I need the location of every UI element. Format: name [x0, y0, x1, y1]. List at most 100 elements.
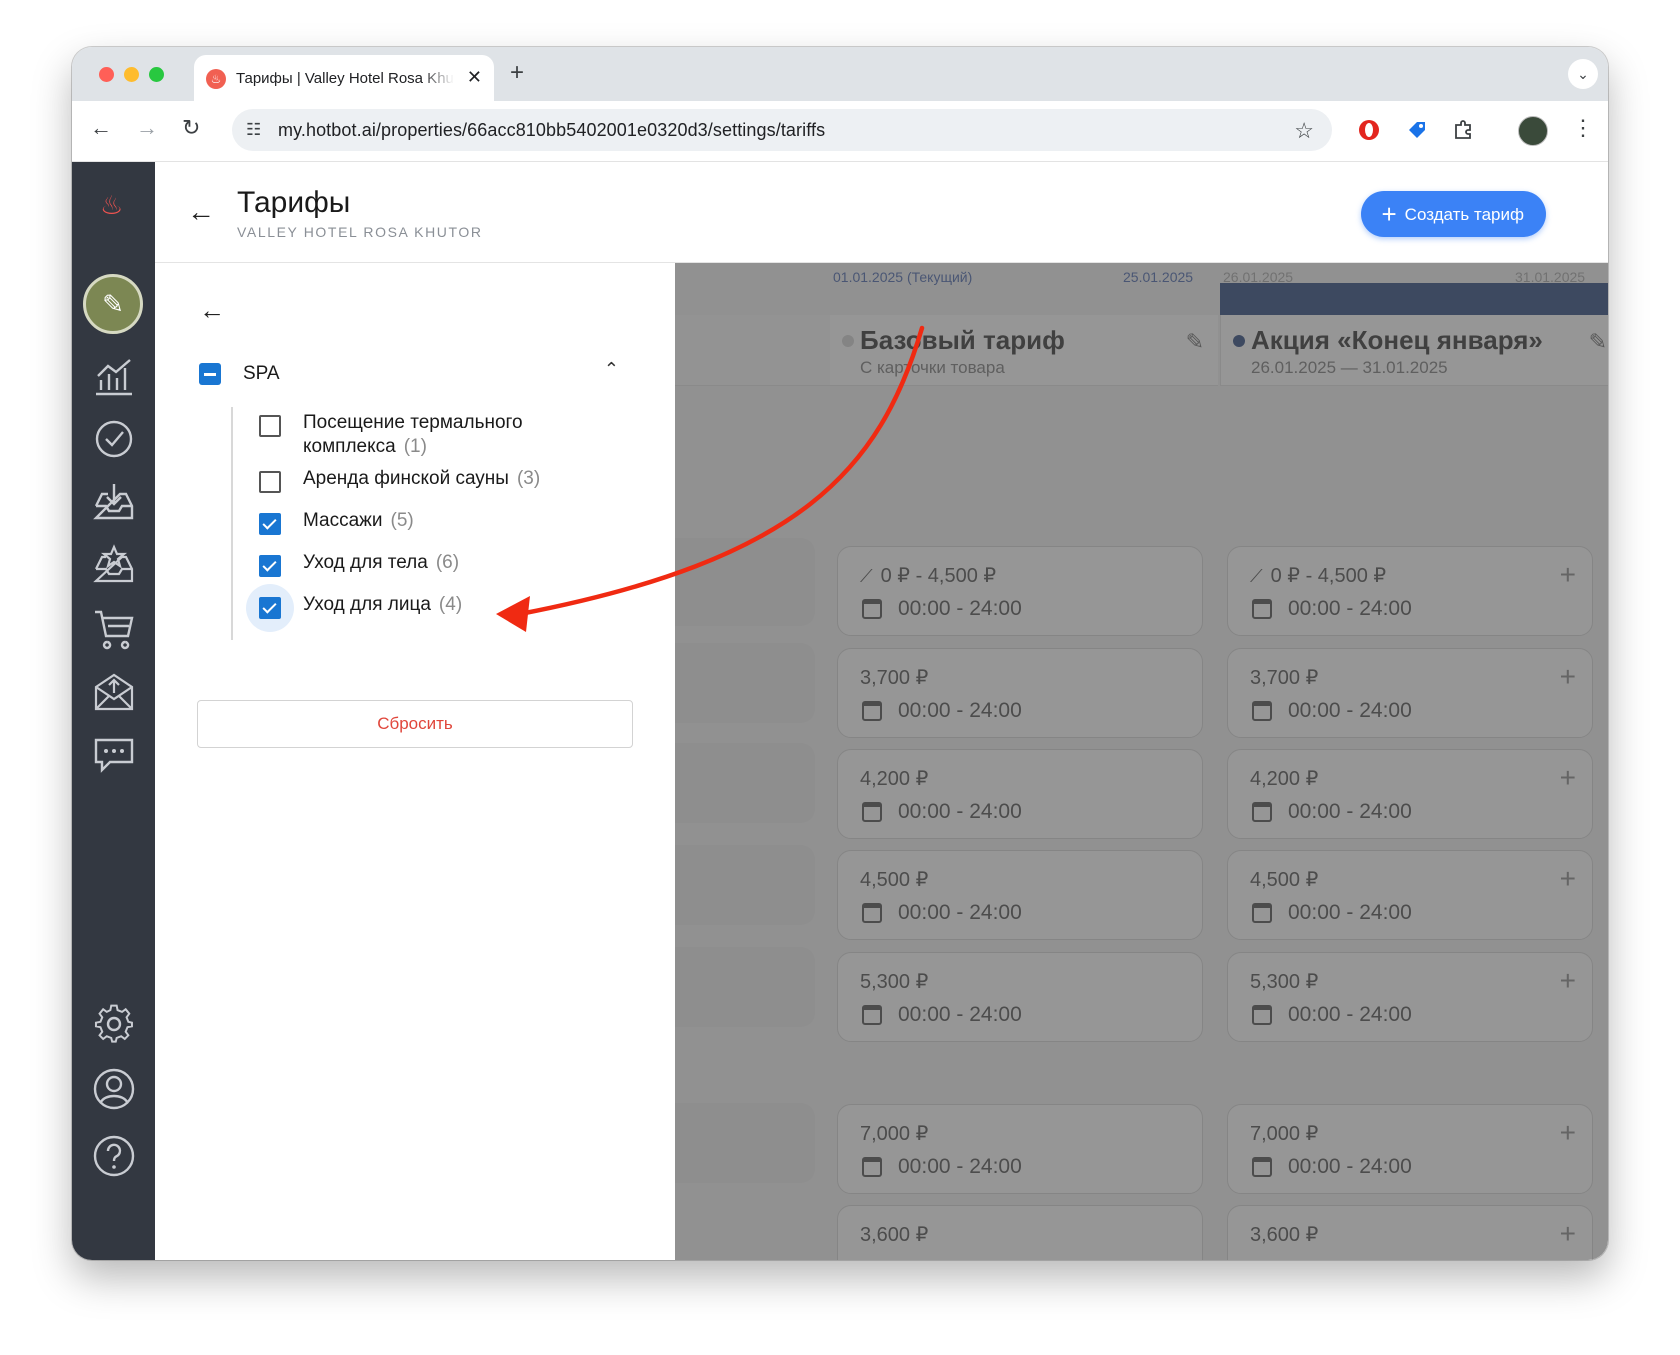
time-range: 00:00 - 24:00	[898, 699, 1022, 722]
mail-upload-icon[interactable]	[92, 669, 136, 713]
option-label: Уход для тела (6)	[303, 551, 459, 575]
panel-back-arrow-icon[interactable]: ←	[199, 295, 225, 326]
user-profile-icon[interactable]	[92, 1067, 136, 1111]
edit-pencil-icon[interactable]: ✎	[1186, 329, 1204, 355]
property-name: VALLEY HOTEL ROSA KHUTOR	[237, 224, 483, 240]
price-cell[interactable]: 7,000 ₽ 00:00 - 24:00	[837, 1104, 1203, 1194]
site-settings-icon[interactable]: ☷	[246, 120, 261, 140]
plus-icon[interactable]: +	[1560, 1218, 1576, 1250]
tariff-header-promo[interactable]: Акция «Конец января» 26.01.2025 — 31.01.…	[1220, 315, 1608, 386]
time-range: 00:00 - 24:00	[1288, 597, 1412, 620]
inbox-download-icon[interactable]	[92, 480, 136, 524]
extensions-puzzle-icon[interactable]	[1452, 119, 1474, 141]
main-area: ← Тарифы VALLEY HOTEL ROSA KHUTOR + Созда…	[155, 162, 1608, 1260]
chat-bubble-icon[interactable]	[92, 732, 136, 776]
property-avatar[interactable]: ✎	[83, 274, 143, 334]
inbox-star-icon[interactable]	[92, 543, 136, 587]
maximize-window-button[interactable]	[149, 67, 164, 82]
cart-icon[interactable]	[92, 606, 136, 650]
tasks-check-icon[interactable]	[92, 417, 136, 461]
plus-icon[interactable]: +	[1560, 559, 1576, 591]
time-range: 00:00 - 24:00	[1288, 699, 1412, 722]
price-cell[interactable]: 3,600 ₽ +	[1227, 1205, 1593, 1260]
create-tariff-button[interactable]: + Создать тариф	[1361, 191, 1546, 237]
back-arrow-icon[interactable]: ←	[90, 115, 112, 141]
calendar-icon	[1252, 903, 1272, 923]
plus-icon[interactable]: +	[1560, 661, 1576, 693]
tariff-subtitle: С карточки товара	[860, 358, 1005, 377]
edit-pencil-icon[interactable]: ✎	[1589, 329, 1607, 355]
option-name: Аренда финской сауны	[303, 468, 509, 489]
browser-profile-avatar[interactable]	[1518, 116, 1548, 146]
time-range: 00:00 - 24:00	[1288, 1155, 1412, 1178]
promo-period-bar	[1220, 283, 1608, 315]
row-label-cell	[675, 643, 815, 723]
url-text[interactable]: my.hotbot.ai/properties/66acc810bb540200…	[278, 120, 825, 141]
tab-strip: ♨ Тарифы | Valley Hotel Rosa Khutor ✕ + …	[72, 47, 1608, 101]
price-cell[interactable]: 5,300 ₽ 00:00 - 24:00	[837, 952, 1203, 1042]
flame-logo-icon[interactable]: ♨	[100, 190, 123, 221]
reset-button[interactable]: Сбросить	[197, 700, 633, 748]
price-cell[interactable]: 4,500 ₽ 00:00 - 24:00 +	[1227, 850, 1593, 940]
plus-icon[interactable]: +	[1560, 762, 1576, 794]
row-label-cell	[675, 1103, 815, 1183]
price-cell[interactable]: 3,600 ₽	[837, 1205, 1203, 1260]
price-value: 3,600 ₽	[1250, 1224, 1319, 1246]
plus-icon[interactable]: +	[1560, 965, 1576, 997]
row-label-cell	[675, 845, 815, 925]
option-checkbox[interactable]	[259, 597, 281, 619]
minimize-window-button[interactable]	[124, 67, 139, 82]
price-cell[interactable]: 3,700 ₽ 00:00 - 24:00	[837, 648, 1203, 738]
price-cell[interactable]: ⟋ 0 ₽ - 4,500 ₽ 00:00 - 24:00	[837, 546, 1203, 636]
row-label-cell	[675, 538, 815, 626]
tariff-status-dot	[842, 335, 854, 347]
close-window-button[interactable]	[99, 67, 114, 82]
price-value: 4,200 ₽	[1250, 768, 1319, 790]
price-value: 3,700 ₽	[1250, 667, 1319, 689]
help-question-icon[interactable]	[92, 1134, 136, 1178]
option-checkbox[interactable]	[259, 555, 281, 577]
price-cell[interactable]: 4,200 ₽ 00:00 - 24:00 +	[1227, 749, 1593, 839]
chevron-up-icon[interactable]: ⌃	[604, 359, 619, 380]
option-checkbox[interactable]	[259, 415, 281, 437]
price-cell[interactable]: ⟋ 0 ₽ - 4,500 ₽ 00:00 - 24:00 +	[1227, 546, 1593, 636]
option-checkbox[interactable]	[259, 513, 281, 535]
tariff-header-base[interactable]: Базовый тариф С карточки товара ✎	[830, 315, 1218, 386]
option-count: (5)	[390, 510, 414, 531]
price-cell[interactable]: 3,700 ₽ 00:00 - 24:00 +	[1227, 648, 1593, 738]
price-cell[interactable]: 7,000 ₽ 00:00 - 24:00 +	[1227, 1104, 1593, 1194]
browser-menu-icon[interactable]: ⋮	[1572, 115, 1594, 141]
option-label: Уход для лица (4)	[303, 593, 462, 617]
chevron-down-icon[interactable]: ⌄	[1568, 59, 1598, 89]
browser-tab[interactable]: ♨ Тарифы | Valley Hotel Rosa Khutor ✕	[194, 55, 494, 101]
tag-extension-icon[interactable]	[1406, 119, 1428, 141]
back-arrow-icon[interactable]: ←	[187, 196, 215, 228]
app-root: ♨ ✎ ← Тарифы VALLEY HOTEL ROSA KHUTOR + С…	[72, 162, 1608, 1260]
option-checkbox[interactable]	[259, 471, 281, 493]
time-range: 00:00 - 24:00	[898, 597, 1022, 620]
address-bar[interactable]: ☷ my.hotbot.ai/properties/66acc810bb5402…	[232, 109, 1332, 151]
price-value: 7,000 ₽	[860, 1123, 929, 1145]
price-cell[interactable]: 4,200 ₽ 00:00 - 24:00	[837, 749, 1203, 839]
timeline-date: 25.01.2025	[1123, 269, 1194, 285]
analytics-chart-icon[interactable]	[92, 354, 136, 398]
plus-icon[interactable]: +	[1560, 863, 1576, 895]
forward-arrow-icon[interactable]: →	[136, 115, 158, 141]
trend-icon: ⟋	[860, 566, 873, 586]
tree-guide-line	[231, 407, 233, 640]
bookmark-star-icon[interactable]: ☆	[1294, 118, 1314, 144]
group-partial-checkbox[interactable]	[199, 363, 221, 385]
calendar-icon	[862, 802, 882, 822]
left-sidebar: ♨ ✎	[72, 162, 155, 1260]
price-cell[interactable]: 4,500 ₽ 00:00 - 24:00	[837, 850, 1203, 940]
settings-gear-icon[interactable]	[92, 1002, 136, 1046]
opera-extension-icon[interactable]	[1358, 119, 1380, 141]
option-count: (3)	[516, 468, 541, 489]
plus-icon[interactable]: +	[1560, 1117, 1576, 1149]
reload-icon[interactable]: ↻	[182, 115, 200, 141]
create-tariff-label: Создать тариф	[1404, 205, 1524, 224]
close-icon[interactable]: ✕	[467, 67, 482, 88]
filter-group-spa[interactable]: SPA ⌃	[199, 359, 619, 403]
new-tab-button[interactable]: +	[510, 59, 524, 87]
price-cell[interactable]: 5,300 ₽ 00:00 - 24:00 +	[1227, 952, 1593, 1042]
